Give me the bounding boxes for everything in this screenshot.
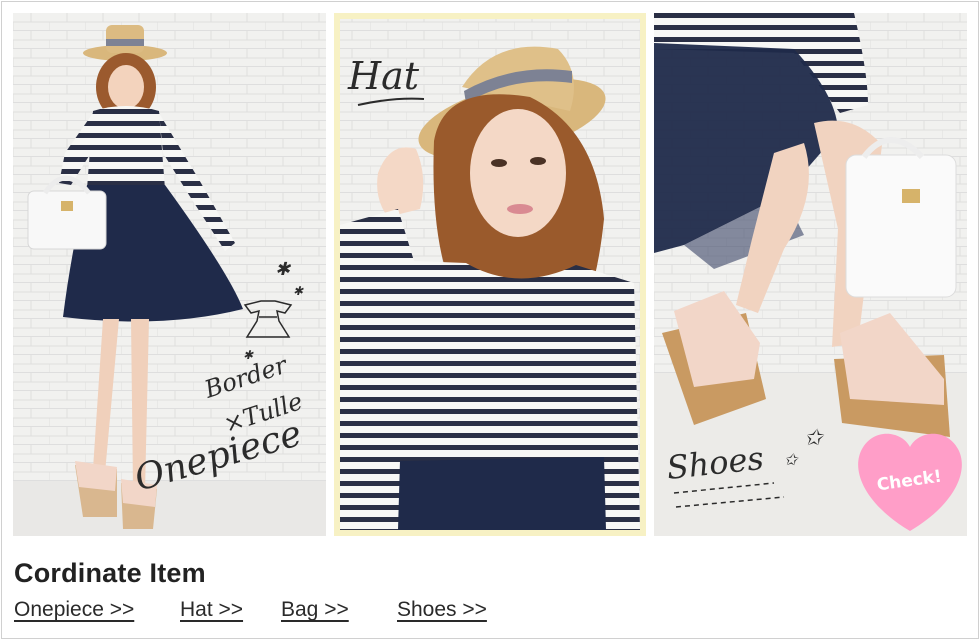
caption-hat: Hat [347, 54, 420, 98]
link-onepiece[interactable]: Onepiece >> [14, 598, 134, 622]
section-title: Cordinate Item [14, 558, 206, 588]
svg-text:✱: ✱ [293, 284, 304, 298]
link-shoes[interactable]: Shoes >> [397, 598, 487, 622]
svg-text:✩: ✩ [804, 426, 825, 451]
photo-shoes-bag[interactable]: Shoes ✩ ✩ Check! [654, 13, 967, 536]
photo-onepiece-outfit[interactable]: ✱ ✱ ✱ Border ×Tulle Onepiece [13, 13, 326, 536]
svg-text:✩: ✩ [784, 450, 799, 469]
photo-hat-closeup[interactable]: Hat [334, 13, 646, 536]
link-bag[interactable]: Bag >> [281, 598, 349, 622]
link-hat[interactable]: Hat >> [180, 598, 243, 622]
svg-text:✱: ✱ [275, 259, 292, 280]
